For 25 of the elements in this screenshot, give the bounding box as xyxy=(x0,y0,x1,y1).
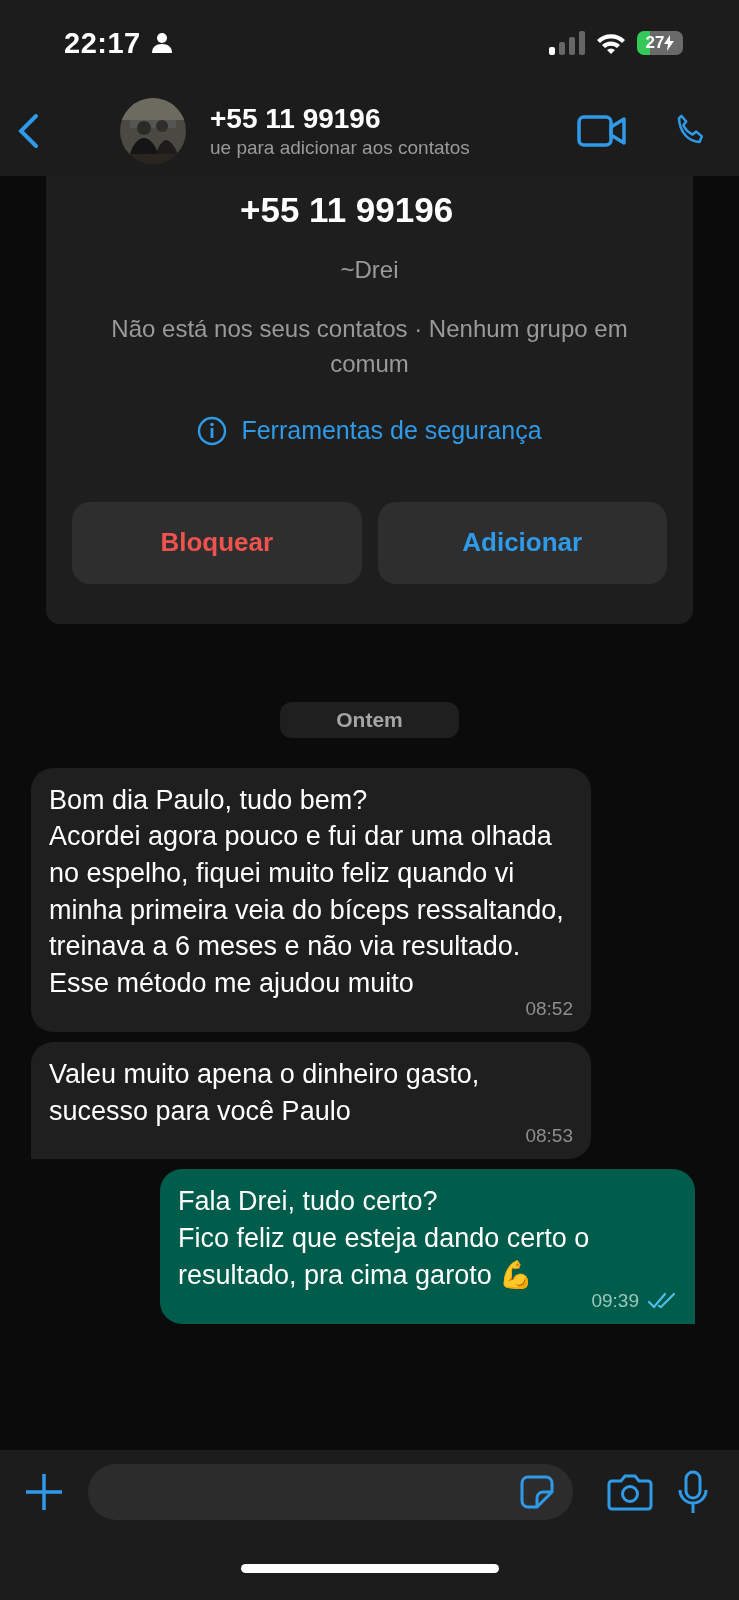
contact-info: Não está nos seus contatos · Nenhum grupo em comum xyxy=(110,314,629,379)
block-button[interactable]: Bloquear xyxy=(72,501,362,584)
back-icon[interactable] xyxy=(16,113,40,149)
add-button[interactable]: Adicionar xyxy=(377,501,667,584)
contact-subtitle: ue para adicionar aos contatos xyxy=(210,137,471,159)
message-time: 08:53 xyxy=(525,1125,573,1148)
message-text: Valeu muito apena o dinheiro gasto, sucesso para você Paulo xyxy=(49,1057,481,1128)
plus-icon[interactable] xyxy=(24,1472,64,1512)
person-icon xyxy=(150,32,173,54)
clock-time: 22:17 xyxy=(64,26,141,60)
message-time: 09:39 xyxy=(591,1289,639,1312)
wifi-icon xyxy=(595,31,627,55)
video-call-icon[interactable] xyxy=(577,114,627,148)
contact-phone: +55 11 99196 xyxy=(240,190,454,230)
camera-icon[interactable] xyxy=(607,1473,653,1511)
safety-tools-link[interactable]: Ferramentas de segurança xyxy=(197,415,542,446)
message-input-field[interactable] xyxy=(88,1464,573,1520)
contact-name: ~Drei xyxy=(340,256,399,284)
sticker-icon[interactable] xyxy=(519,1474,555,1510)
message-text: Fala Drei, tudo certo? Fico feliz que esteja dando certo o resultado, pra cima garoto 💪 xyxy=(178,1185,591,1292)
info-icon xyxy=(197,415,228,446)
date-chip: Ontem xyxy=(280,701,459,738)
signal-icon xyxy=(549,31,585,55)
microphone-icon[interactable] xyxy=(677,1470,709,1514)
contact-title: +55 11 99196 xyxy=(210,103,382,135)
